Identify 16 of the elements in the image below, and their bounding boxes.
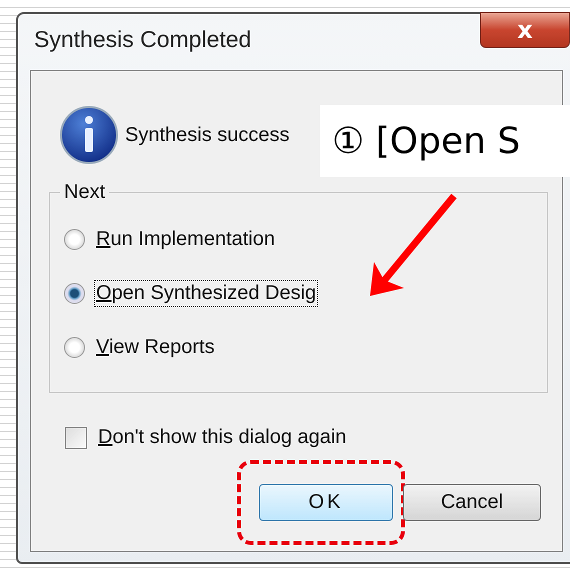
option-label[interactable]: View Reports [95, 334, 216, 360]
radio-button[interactable] [64, 282, 85, 304]
radio-button[interactable] [64, 336, 85, 358]
window-title: Synthesis Completed [34, 26, 252, 53]
ok-button[interactable]: OK [259, 484, 393, 521]
group-title: Next [63, 181, 106, 204]
radio-button[interactable] [64, 228, 85, 250]
option-label[interactable]: Open Synthesized Desig [95, 280, 318, 306]
cancel-button[interactable]: Cancel [403, 484, 541, 521]
info-icon [59, 105, 119, 165]
checkbox[interactable] [65, 426, 87, 448]
option-label[interactable]: Run Implementation [95, 226, 276, 252]
message-text: Synthesis success [125, 124, 290, 146]
checkbox-label[interactable]: Don't show this dialog again [97, 425, 348, 450]
callout-text: ① [Open S [332, 120, 520, 162]
close-button[interactable]: x [480, 12, 570, 48]
